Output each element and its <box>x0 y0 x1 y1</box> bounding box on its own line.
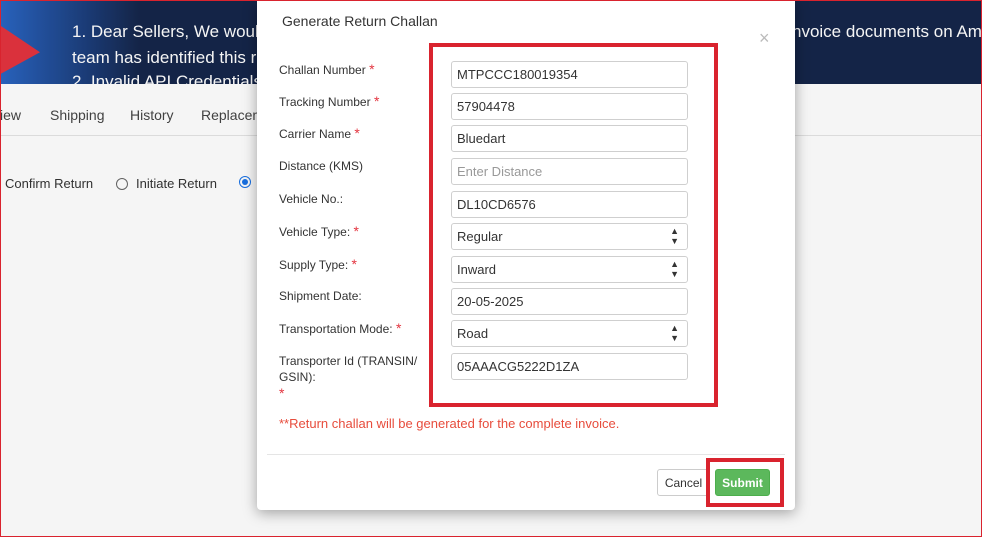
vehicle-number-input[interactable] <box>451 191 688 218</box>
field-label: Transporter Id (TRANSIN/ GSIN): * <box>279 354 418 401</box>
select-arrows-icon: ▲ ▼ <box>670 259 679 279</box>
challan-number-input[interactable] <box>451 61 688 88</box>
carrier-name-input[interactable] <box>451 125 688 152</box>
modal-footer-divider <box>267 454 785 455</box>
field-label: Carrier Name * <box>279 125 360 141</box>
field-label: Vehicle Type: * <box>279 223 359 239</box>
required-asterisk: * <box>395 320 402 336</box>
required-asterisk: * <box>353 223 359 239</box>
select-arrows-icon: ▲ ▼ <box>670 226 679 246</box>
transportation-mode-selected-value: Road <box>457 326 489 341</box>
vehicle-type-selected-value: Regular <box>457 229 503 244</box>
supply-type-selected-value: Inward <box>457 262 497 277</box>
field-label: Transportation Mode: * <box>279 320 402 336</box>
generate-return-challan-modal: Generate Return Challan × Challan Number… <box>257 0 795 510</box>
required-asterisk: * <box>354 125 360 141</box>
transportation-mode-select[interactable]: Road ▲ ▼ <box>451 320 688 347</box>
field-label: Challan Number * <box>279 61 375 77</box>
required-asterisk: * <box>351 256 357 272</box>
select-arrows-icon: ▲ ▼ <box>670 323 679 343</box>
shipment-date-input[interactable] <box>451 288 688 315</box>
tracking-number-input[interactable] <box>451 93 688 120</box>
field-label: Shipment Date: <box>279 289 362 303</box>
required-asterisk: * <box>279 385 285 401</box>
field-label: Tracking Number * <box>279 93 380 109</box>
challan-note: **Return challan will be generated for t… <box>279 416 620 431</box>
supply-type-select[interactable]: Inward ▲ ▼ <box>451 256 688 283</box>
submit-button[interactable]: Submit <box>715 469 770 496</box>
field-label: Vehicle No.: <box>279 192 344 206</box>
field-label: Supply Type: * <box>279 256 357 272</box>
modal-title: Generate Return Challan <box>282 13 438 29</box>
required-asterisk: * <box>373 93 380 109</box>
required-asterisk: * <box>369 61 375 77</box>
transporter-id-input[interactable] <box>451 353 688 380</box>
close-icon[interactable]: × <box>759 28 770 49</box>
cancel-button[interactable]: Cancel <box>657 469 710 496</box>
distance-input[interactable] <box>451 158 688 185</box>
field-label: Distance (KMS) <box>279 159 364 173</box>
vehicle-type-select[interactable]: Regular ▲ ▼ <box>451 223 688 250</box>
